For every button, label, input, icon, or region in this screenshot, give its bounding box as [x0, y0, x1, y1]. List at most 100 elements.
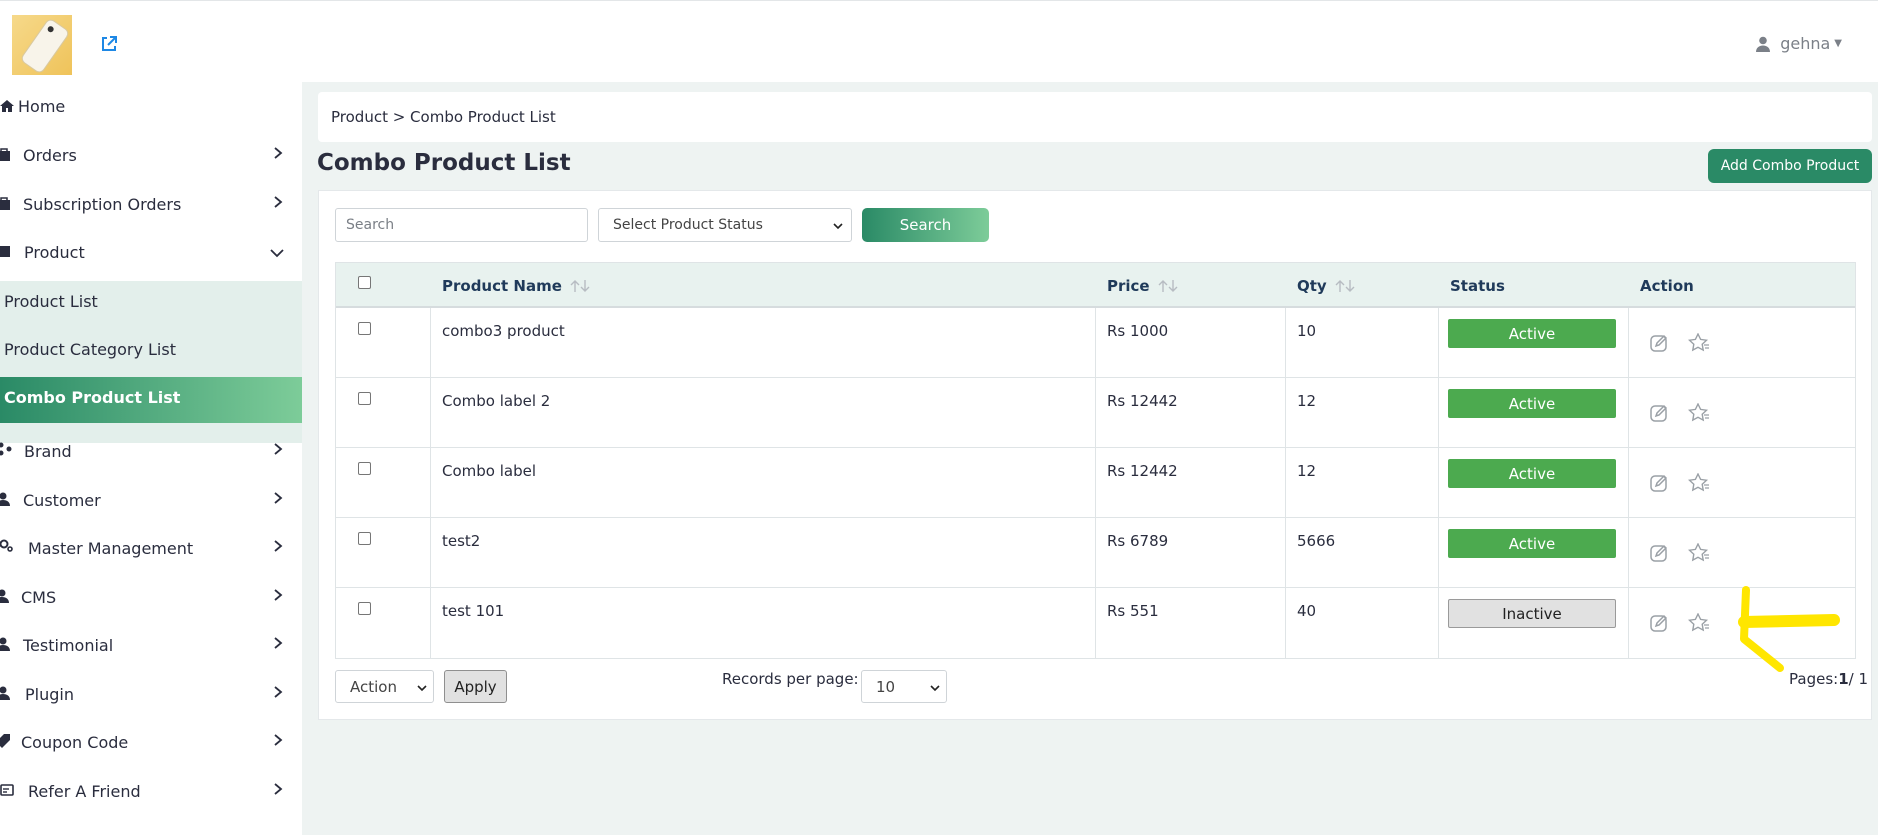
annotation-arrow: [1738, 586, 1840, 672]
combo-product-table: Product Name Price Qty Status Action com…: [335, 262, 1856, 659]
sort-icon: [570, 279, 590, 292]
sidebar-item-plugin[interactable]: Plugin: [0, 670, 302, 718]
sidebar-item-testimonial[interactable]: Testimonial: [0, 621, 302, 669]
store-logo[interactable]: [12, 15, 72, 75]
table-header: Product Name Price Qty Status Action: [336, 263, 1855, 308]
chevron-right-icon: [274, 686, 283, 698]
sidebar-item-home[interactable]: Home: [0, 82, 302, 130]
page-title: Combo Product List: [317, 150, 571, 176]
user-icon: [0, 637, 10, 651]
star-icon[interactable]: [1688, 613, 1710, 633]
sidebar-item-refer-a-friend[interactable]: Refer A Friend: [0, 767, 302, 815]
breadcrumb-text[interactable]: Product > Combo Product List: [331, 108, 556, 126]
sidebar-item-master-management[interactable]: Master Management: [0, 524, 302, 572]
add-combo-product-button[interactable]: Add Combo Product: [1708, 149, 1872, 183]
chevron-right-icon: [274, 147, 283, 159]
user-icon: [0, 492, 10, 506]
chevron-right-icon: [274, 540, 283, 552]
table-row: combo3 product Rs 1000 10 Active: [336, 308, 1855, 378]
sidebar-item-product[interactable]: Product: [0, 228, 302, 276]
tag-icon: [0, 734, 10, 748]
product-status-select-value: Select Product Status: [613, 217, 763, 233]
star-icon[interactable]: [1688, 333, 1710, 353]
sidebar-subitem-product-list[interactable]: Product List: [4, 292, 98, 311]
star-icon[interactable]: [1688, 403, 1710, 423]
chevron-right-icon: [274, 196, 283, 208]
home-icon: [0, 100, 14, 112]
bulk-action-select[interactable]: Action: [335, 670, 434, 703]
external-link-icon[interactable]: [100, 35, 118, 53]
breadcrumb: Product > Combo Product List: [318, 92, 1872, 142]
edit-icon[interactable]: [1649, 333, 1669, 353]
edit-icon[interactable]: [1649, 403, 1669, 423]
caret-down-icon: ▼: [1834, 38, 1842, 49]
star-icon[interactable]: [1688, 543, 1710, 563]
product-price: Rs 551: [1107, 602, 1159, 620]
product-qty: 10: [1297, 322, 1317, 340]
product-price: Rs 1000: [1107, 322, 1169, 340]
sidebar-subitem-combo-product-list[interactable]: Combo Product List: [4, 388, 180, 407]
sort-icon: [1158, 279, 1178, 292]
sidebar-subitem-product-category-list[interactable]: Product Category List: [4, 340, 176, 359]
product-name: test 101: [442, 602, 505, 620]
chevron-right-icon: [274, 492, 283, 504]
edit-icon[interactable]: [1649, 543, 1669, 563]
sidebar-item-coupon-code[interactable]: Coupon Code: [0, 718, 302, 766]
status-badge[interactable]: Active: [1448, 529, 1616, 558]
chevron-down-icon: [417, 685, 427, 692]
product-name: test2: [442, 532, 481, 550]
sidebar-item-orders[interactable]: Orders: [0, 131, 302, 179]
sidebar-item-cms[interactable]: CMS: [0, 573, 302, 621]
brand-icon: [0, 442, 12, 456]
gears-icon: [0, 539, 13, 552]
row-checkbox[interactable]: [358, 602, 371, 615]
product-status-select[interactable]: Select Product Status: [598, 208, 852, 242]
product-name: combo3 product: [442, 322, 565, 340]
chevron-right-icon: [274, 783, 283, 795]
row-checkbox[interactable]: [358, 532, 371, 545]
edit-icon[interactable]: [1649, 473, 1669, 493]
row-checkbox[interactable]: [358, 392, 371, 405]
edit-icon[interactable]: [1649, 613, 1669, 633]
chevron-down-icon: [270, 249, 284, 258]
row-checkbox[interactable]: [358, 462, 371, 475]
user-menu[interactable]: gehna ▼: [1756, 34, 1842, 53]
sort-icon: [1335, 279, 1355, 292]
apply-button[interactable]: Apply: [444, 670, 507, 703]
column-header-price[interactable]: Price: [1107, 263, 1178, 308]
column-header-product-name[interactable]: Product Name: [442, 263, 590, 308]
top-bar: gehna ▼: [0, 0, 1878, 82]
star-icon[interactable]: [1688, 473, 1710, 493]
username: gehna: [1780, 34, 1831, 53]
bag-icon: [0, 197, 10, 210]
chevron-down-icon: [930, 685, 940, 692]
column-header-qty[interactable]: Qty: [1297, 263, 1355, 308]
records-per-page-select[interactable]: 10: [861, 670, 947, 703]
row-checkbox[interactable]: [358, 322, 371, 335]
product-qty: 12: [1297, 392, 1317, 410]
table-row: Combo label 2 Rs 12442 12 Active: [336, 378, 1855, 448]
chevron-down-icon: [833, 223, 843, 230]
product-qty: 12: [1297, 462, 1317, 480]
table-row: test 101 Rs 551 40 Inactive: [336, 588, 1855, 658]
user-icon: [1756, 36, 1771, 52]
table-row: test2 Rs 6789 5666 Active: [336, 518, 1855, 588]
chevron-right-icon: [274, 734, 283, 746]
status-badge[interactable]: Active: [1448, 459, 1616, 488]
product-name: Combo label: [442, 462, 537, 480]
sidebar-item-subscription-orders[interactable]: Subscription Orders: [0, 180, 302, 228]
sidebar-item-customer[interactable]: Customer: [0, 476, 302, 524]
sidebar: Home Orders Subscription Orders Product …: [0, 82, 302, 835]
status-badge[interactable]: Active: [1448, 319, 1616, 348]
search-input[interactable]: [335, 208, 588, 242]
status-badge[interactable]: Active: [1448, 389, 1616, 418]
box-icon: [0, 246, 10, 257]
table-row: Combo label Rs 12442 12 Active: [336, 448, 1855, 518]
status-badge[interactable]: Inactive: [1448, 599, 1616, 628]
product-qty: 40: [1297, 602, 1317, 620]
search-button[interactable]: Search: [862, 208, 989, 242]
sidebar-item-brand[interactable]: Brand: [0, 427, 302, 475]
card-icon: [0, 784, 14, 796]
product-name: Combo label 2: [442, 392, 551, 410]
select-all-checkbox[interactable]: [358, 276, 371, 289]
